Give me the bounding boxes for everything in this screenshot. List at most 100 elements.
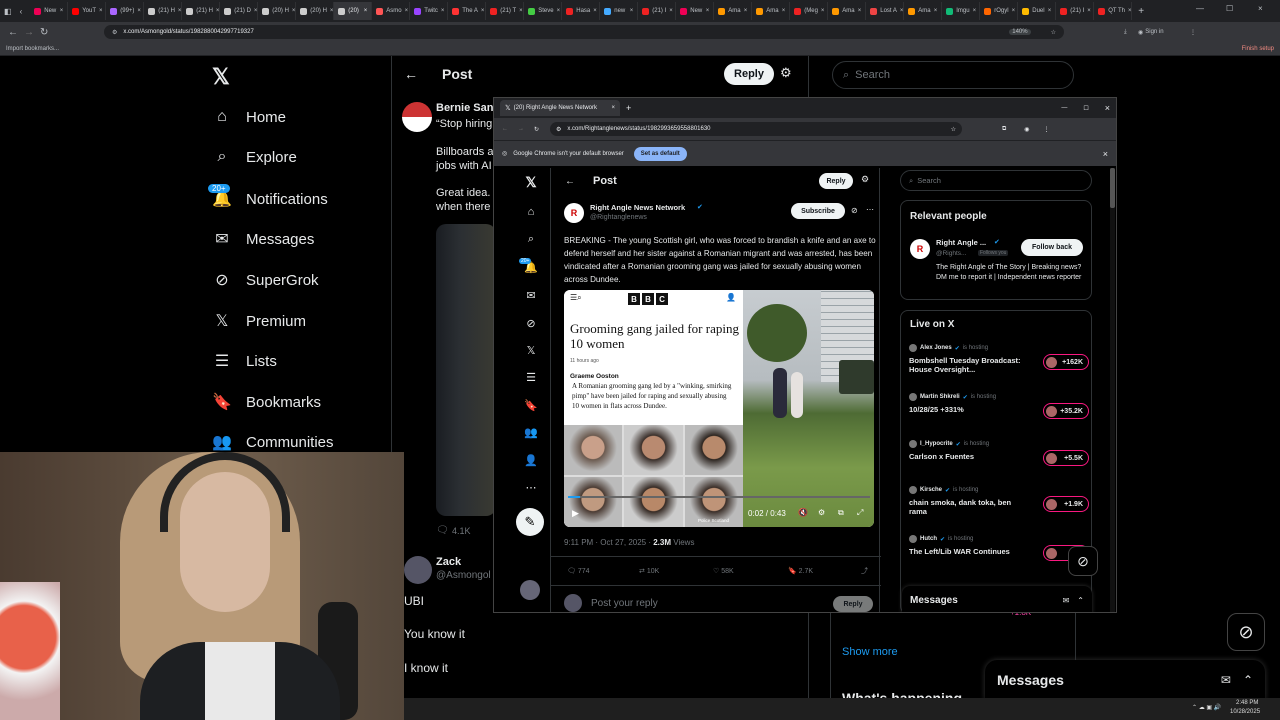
close-tab-icon[interactable]: ×	[973, 8, 977, 14]
sidebar-item-explore[interactable]: ⌕ Explore	[212, 148, 297, 166]
browser-tab[interactable]: Hasa ×	[562, 2, 601, 20]
extensions-icon[interactable]: ⧉	[1002, 126, 1006, 133]
browser-tab[interactable]: New ×	[30, 2, 69, 20]
close-tab-icon[interactable]: ×	[216, 8, 219, 14]
browser-tab[interactable]: (21) T ×	[486, 2, 525, 20]
browser-tab[interactable]: (21) H ×	[182, 2, 221, 20]
live-space-item[interactable]: I_Hypocrite ✔ is hosting Carlson x Fuentes +…	[909, 440, 1089, 466]
live-space-item[interactable]: Hutch ✔ is hosting The Left/Lib WAR Continu…	[909, 535, 1089, 561]
like-stat[interactable]: ♡ 58K	[713, 567, 734, 575]
browser-tab[interactable]: Duel ×	[1018, 2, 1057, 20]
close-tab-icon[interactable]: ×	[441, 8, 445, 14]
popup-tab[interactable]: 𝕏 (20) Right Angle News Network ×	[500, 100, 620, 116]
browser-tab[interactable]: Ama ×	[828, 2, 867, 20]
show-more-link[interactable]: Show more	[842, 646, 898, 658]
browser-tab[interactable]: (21) D ×	[220, 2, 259, 20]
reply-author[interactable]: Zack	[436, 556, 461, 568]
mail-icon[interactable]: ✉	[524, 289, 538, 302]
close-tab-icon[interactable]: ×	[1012, 8, 1016, 14]
star-icon[interactable]: ☆	[951, 126, 956, 133]
post-author[interactable]: Bernie Sand	[436, 102, 500, 114]
close-tab-icon[interactable]: ×	[858, 8, 862, 14]
grok-button[interactable]: ⊘	[1227, 613, 1265, 651]
browser-tab[interactable]: (21) I ×	[638, 2, 677, 20]
close-tab-icon[interactable]: ×	[593, 8, 597, 14]
close-tab-icon[interactable]: ×	[821, 8, 825, 14]
close-tab-icon[interactable]: ×	[405, 8, 409, 14]
close-tab-icon[interactable]: ×	[519, 8, 523, 14]
account-avatar[interactable]	[520, 580, 540, 600]
premium-icon[interactable]: 𝕏	[524, 344, 538, 357]
avatar-icon[interactable]: ◉	[1024, 126, 1029, 133]
popup-messages-drawer[interactable]: Messages ✉ ⌃	[902, 586, 1092, 612]
download-icon[interactable]: ⤓	[1124, 29, 1138, 36]
clock-time[interactable]: 2:48 PM	[1236, 700, 1258, 706]
clock-date[interactable]: 10/28/2025	[1230, 709, 1260, 715]
settings-icon[interactable]: ⚙	[818, 508, 825, 517]
close-tab-icon[interactable]: ×	[630, 8, 634, 14]
back-arrow-icon[interactable]: ←	[565, 176, 575, 187]
close-infobar-icon[interactable]: ×	[1103, 149, 1108, 159]
browser-tab[interactable]: new ×	[600, 2, 639, 20]
browser-tab[interactable]: QT Th ×	[1094, 2, 1133, 20]
home-icon[interactable]: ⌂	[524, 206, 538, 218]
compose-post-button[interactable]: ✎	[516, 508, 544, 536]
close-tab-icon[interactable]: ×	[364, 8, 368, 14]
close-tab-icon[interactable]: ×	[137, 8, 141, 14]
star-icon[interactable]: ☆	[1051, 29, 1056, 36]
browser-tab[interactable]: (99+) ×	[106, 2, 145, 20]
browser-tab[interactable]: New ×	[676, 2, 715, 20]
share-icon[interactable]: ⤴	[861, 566, 868, 576]
live-space-item[interactable]: Kirsche ✔ is hosting chain smoka, dank toka…	[909, 486, 1089, 516]
pip-icon[interactable]: ⧉	[838, 508, 844, 518]
browser-tab[interactable]: Twitc ×	[410, 2, 449, 20]
close-tab-icon[interactable]: ×	[330, 8, 333, 14]
people-icon[interactable]: 👥	[524, 426, 538, 439]
sidebar-item-notifications[interactable]: 🔔 Notifications	[212, 189, 328, 209]
close-tab-icon[interactable]: ×	[782, 8, 786, 14]
back-icon[interactable]: ←	[8, 27, 24, 38]
maximize-icon[interactable]: ☐	[1226, 4, 1233, 13]
browser-tab[interactable]: Steve ×	[524, 2, 563, 20]
close-tab-icon[interactable]: ×	[292, 8, 295, 14]
close-tab-icon[interactable]: ×	[900, 8, 903, 14]
post-image[interactable]	[436, 224, 496, 516]
x-logo-icon[interactable]: 𝕏	[524, 174, 538, 191]
browser-tab[interactable]: (21) I ×	[1056, 2, 1095, 20]
reply-header-button[interactable]: Reply	[819, 173, 853, 189]
search-input[interactable]: ⌕ Search	[832, 61, 1074, 89]
close-tab-icon[interactable]: ×	[611, 105, 615, 111]
video-progress-bar[interactable]	[568, 496, 870, 498]
live-space-item[interactable]: Martin Shkreli ✔ is hosting 10/28/25 +331% +…	[909, 393, 1089, 419]
close-tab-icon[interactable]: ×	[178, 8, 181, 14]
messages-drawer[interactable]: Messages ✉ ⌃	[985, 660, 1265, 700]
more-icon[interactable]: ⋯	[866, 205, 874, 214]
browser-tab[interactable]: (20) H ×	[258, 2, 297, 20]
reload-icon[interactable]: ↻	[40, 27, 56, 38]
reply-header-button[interactable]: Reply	[724, 63, 774, 85]
minimize-icon[interactable]: —	[1196, 4, 1204, 13]
import-bookmarks-link[interactable]: Import bookmarks...	[6, 46, 59, 52]
sidebar-item-supergrok[interactable]: ⊘ SuperGrok	[212, 270, 318, 290]
close-tab-icon[interactable]: ×	[557, 8, 561, 14]
new-tab-icon[interactable]: +	[1138, 6, 1144, 17]
tab-actions-icon[interactable]: ◧	[4, 7, 12, 16]
reply-submit-button[interactable]: Reply	[833, 596, 873, 612]
site-info-icon[interactable]: ⚙	[112, 29, 117, 36]
close-tab-icon[interactable]: ×	[934, 8, 938, 14]
close-tab-icon[interactable]: ×	[1087, 8, 1091, 14]
sidebar-item-premium[interactable]: 𝕏 Premium	[212, 311, 306, 331]
reload-icon[interactable]: ↻	[534, 126, 550, 133]
browser-tab[interactable]: (20) ×	[334, 2, 373, 20]
subscribe-button[interactable]: Subscribe	[791, 203, 845, 219]
close-tab-icon[interactable]: ×	[481, 8, 485, 14]
settings-icon[interactable]: ⚙	[861, 174, 869, 185]
close-tab-icon[interactable]: ×	[669, 8, 673, 14]
back-arrow-icon[interactable]: ←	[404, 66, 418, 82]
profile-icon[interactable]: 👤	[524, 454, 538, 467]
sidebar-item-lists[interactable]: ☰ Lists	[212, 351, 277, 371]
x-logo-icon[interactable]: 𝕏	[212, 64, 230, 90]
browser-tab[interactable]: Lost A ×	[866, 2, 905, 20]
listener-count[interactable]: +5.5K	[1043, 450, 1089, 466]
avatar[interactable]	[402, 102, 432, 132]
